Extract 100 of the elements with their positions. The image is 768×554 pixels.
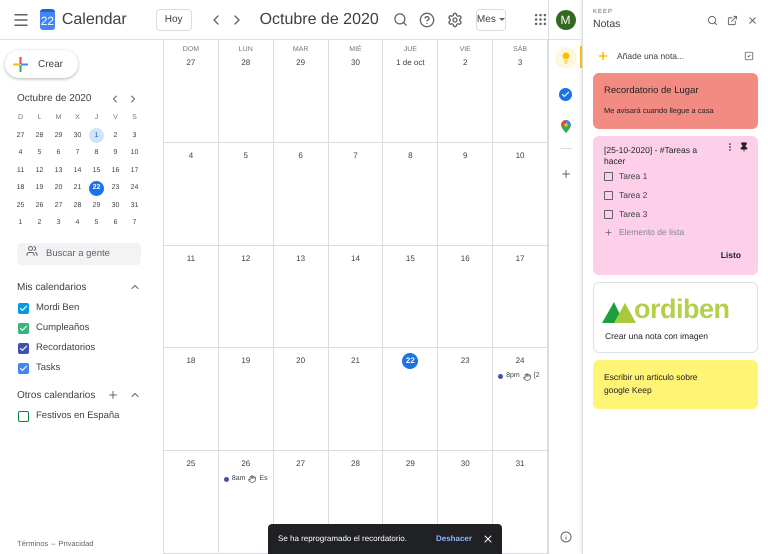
view-dropdown[interactable]: Mes	[476, 8, 506, 30]
day-number: 11	[186, 252, 196, 265]
day-number: 29	[296, 57, 306, 69]
plus-icon	[604, 228, 613, 237]
checkbox[interactable]	[18, 410, 29, 422]
day-number: 18	[186, 355, 196, 368]
day-number: 10	[516, 150, 525, 162]
checkbox[interactable]	[18, 322, 29, 334]
info-button[interactable]	[560, 531, 572, 543]
day-number: 5	[244, 150, 248, 162]
list-item-label: Tarea 2	[619, 188, 648, 202]
section-title: Otros calendarios	[17, 388, 96, 402]
checkbox[interactable]	[604, 210, 613, 218]
search-button[interactable]	[707, 14, 718, 26]
panel-title: Notas	[593, 16, 622, 32]
day-number: 28	[351, 458, 360, 470]
list-item-label: Tarea 3	[619, 208, 648, 220]
settings-button[interactable]	[446, 12, 463, 28]
tasks-button[interactable]	[559, 88, 572, 101]
maps-button[interactable]	[560, 120, 570, 133]
check-icon	[19, 344, 28, 352]
calendar-label: Cumpleaños	[36, 320, 90, 335]
undo-button[interactable]: Deshacer	[436, 533, 472, 545]
day-number: 3	[518, 57, 522, 69]
close-icon	[747, 14, 758, 26]
day-number: 8	[408, 150, 413, 162]
day-number: 31	[516, 458, 525, 470]
check-icon	[561, 90, 570, 99]
list-item-label: Tarea 1	[619, 170, 648, 182]
section-title: Mis calendarios	[17, 280, 88, 294]
day-number: 22	[402, 353, 418, 370]
day-number: 6	[298, 150, 303, 162]
day-number: 26	[241, 458, 250, 470]
note-card[interactable]: ordiben Crear una nota con imagen	[593, 282, 758, 353]
day-number: 9	[462, 150, 468, 162]
mini-calendar-title: Octubre de 2020	[17, 92, 92, 106]
note-title: [25-10-2020] - #Tareas a hacer	[604, 144, 698, 166]
day-number: 19	[241, 355, 250, 368]
note-card[interactable]: [25-10-2020] - #Tareas a hacer Tarea 1 Tarea 2 Tarea 3 Elemento de lista Listo	[593, 136, 758, 276]
help-icon	[418, 12, 435, 28]
people-icon	[26, 245, 38, 257]
note-title: Recordatorio de Lugar	[604, 84, 700, 98]
map-pin-icon	[560, 120, 570, 133]
lightbulb-icon	[560, 52, 572, 64]
add-addon-button[interactable]	[560, 168, 572, 180]
day-number: 2	[462, 57, 468, 69]
account-avatar[interactable]: M	[556, 10, 576, 30]
hand-icon	[248, 475, 256, 484]
day-number: 12	[241, 252, 250, 265]
day-number: 13	[296, 252, 306, 265]
calendar-label: Tasks	[36, 360, 60, 375]
day-number: 1 de oct	[396, 57, 425, 69]
note-body: Escribir un articulo sobre google Keep	[604, 371, 699, 396]
day-number: 21	[351, 355, 360, 368]
add-note-field[interactable]: Añade una nota...	[617, 50, 736, 62]
today-button[interactable]: Hoy	[156, 8, 192, 30]
checkbox[interactable]	[604, 172, 613, 180]
plus-icon	[597, 50, 609, 62]
people-search-field[interactable]: Buscar a gente	[17, 242, 141, 264]
day-number: 23	[460, 355, 470, 368]
day-number: 17	[516, 252, 525, 265]
search-icon	[392, 12, 408, 27]
day-number: 15	[406, 252, 415, 265]
check-icon	[19, 364, 28, 372]
day-number: 14	[351, 252, 360, 265]
open-in-new-button[interactable]	[727, 14, 738, 26]
day-number: 28	[241, 57, 250, 69]
calendar-label: Festivos en España	[36, 408, 120, 423]
note-caption: Crear una nota con imagen	[605, 330, 710, 343]
checkbox[interactable]	[18, 342, 29, 354]
checkbox[interactable]	[18, 302, 29, 314]
close-button[interactable]	[482, 533, 494, 545]
day-number: 30	[351, 57, 360, 69]
calendar-label: Mordi Ben	[36, 300, 80, 315]
create-button[interactable]: Crear	[5, 50, 78, 78]
help-button[interactable]	[418, 12, 435, 28]
check-icon	[19, 324, 28, 332]
day-number: 27	[186, 57, 196, 69]
day-number: 24	[516, 355, 525, 368]
search-button[interactable]	[392, 12, 408, 27]
checkbox[interactable]	[604, 190, 613, 200]
plus-icon	[560, 168, 572, 180]
note-card[interactable]: Escribir un articulo sobre google Keep	[593, 360, 758, 408]
plus-icon	[107, 389, 119, 401]
day-number: 29	[406, 458, 415, 470]
day-number: 27	[296, 458, 306, 470]
hand-icon	[522, 372, 531, 381]
apps-button[interactable]	[533, 12, 548, 27]
day-number: 4	[188, 150, 194, 162]
search-icon	[707, 14, 718, 26]
external-link-icon	[727, 14, 738, 26]
add-calendar-button[interactable]	[107, 389, 119, 401]
checkbox[interactable]	[18, 362, 29, 374]
calendar-label: Recordatorios	[36, 340, 96, 355]
day-number: 25	[186, 458, 196, 470]
check-icon	[19, 304, 28, 312]
logo-text: ordiben	[634, 296, 730, 324]
done-button[interactable]: Listo	[720, 248, 741, 262]
dropdown-caret-icon	[498, 18, 505, 21]
close-button[interactable]	[747, 14, 758, 26]
